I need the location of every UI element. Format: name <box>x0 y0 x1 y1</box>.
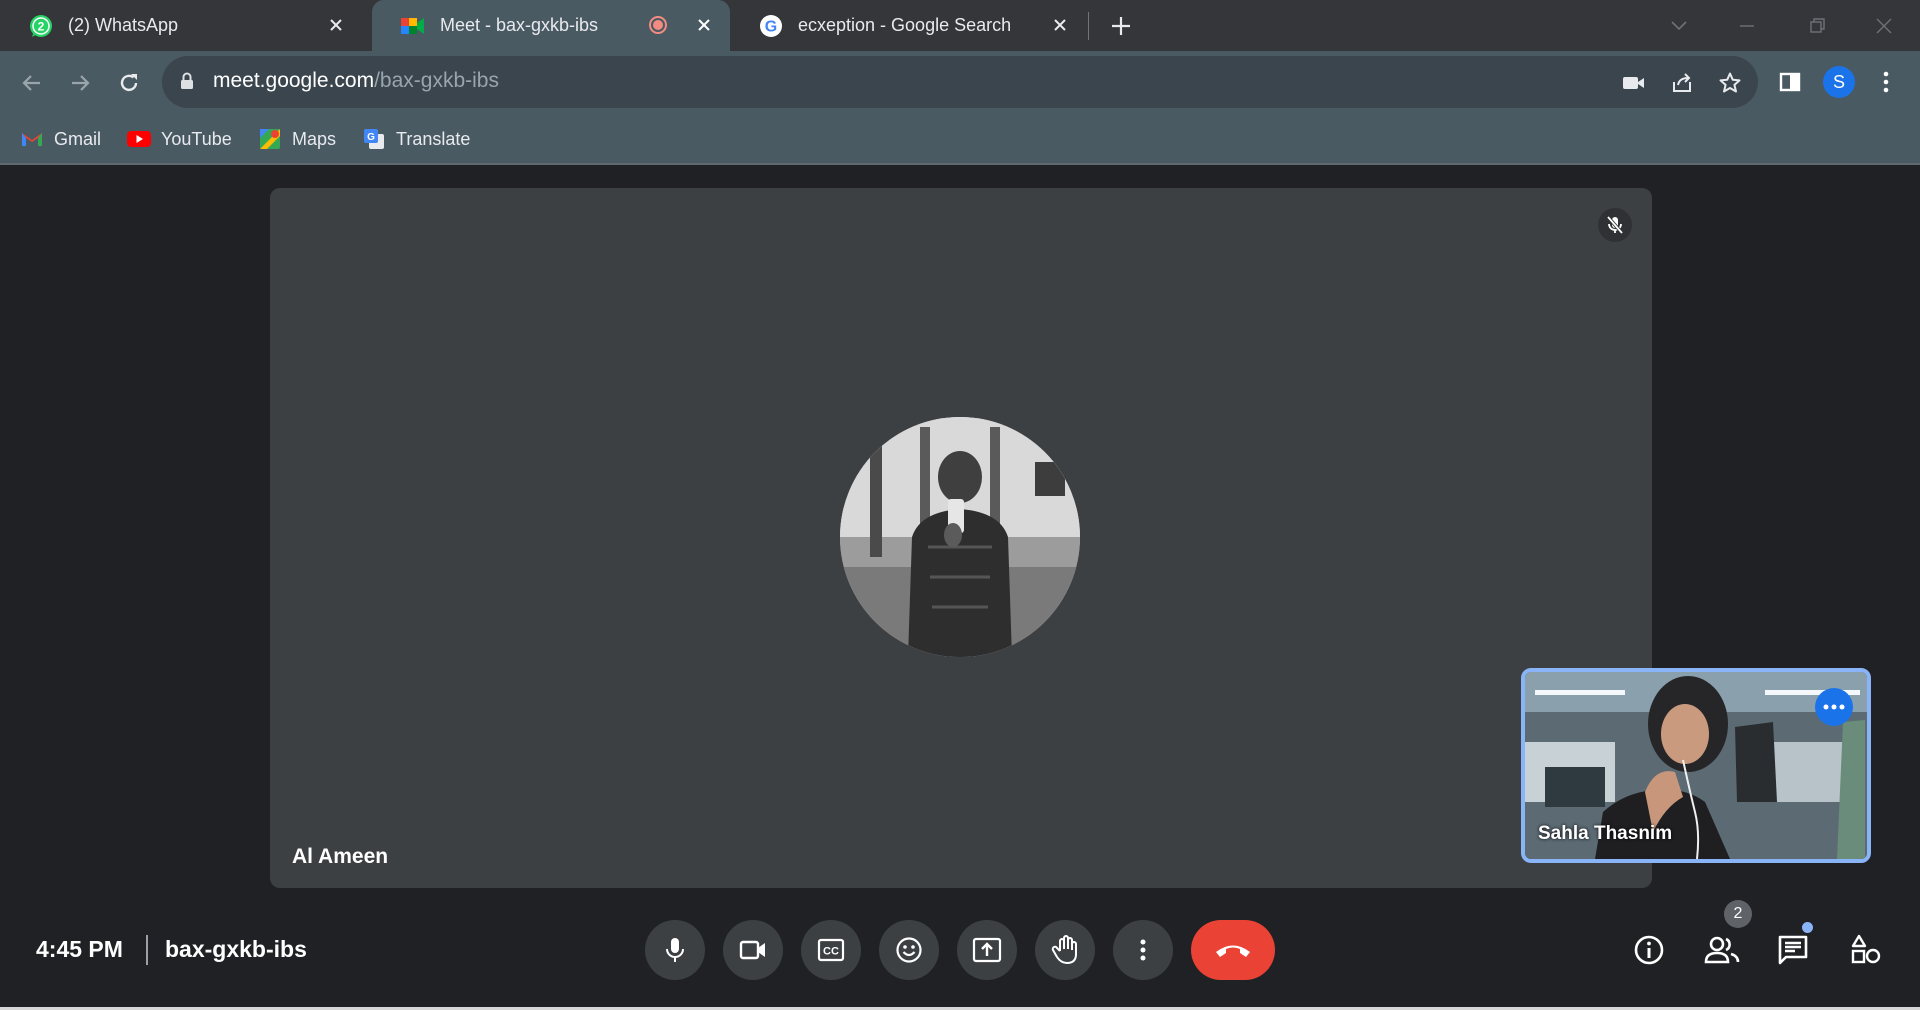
bookmark-youtube[interactable]: YouTube <box>127 125 232 153</box>
close-tab-icon[interactable] <box>1048 13 1072 37</box>
bookmark-label: YouTube <box>161 128 232 149</box>
people-count-badge: 2 <box>1724 900 1752 928</box>
bookmark-gmail[interactable]: Gmail <box>20 125 101 153</box>
youtube-icon <box>127 127 151 151</box>
bookmark-label: Translate <box>396 128 471 149</box>
tab-whatsapp[interactable]: 2 (2) WhatsApp <box>0 0 362 51</box>
tab-meet[interactable]: Meet - bax-gxkb-ibs <box>372 0 730 51</box>
participant-name: Al Ameen <box>292 845 389 868</box>
meeting-code: bax-gxkb-ibs <box>165 936 307 962</box>
translate-icon: G <box>362 127 386 151</box>
muted-mic-icon <box>1598 208 1632 242</box>
captions-button[interactable]: CC <box>801 920 861 980</box>
reactions-button[interactable] <box>879 920 939 980</box>
bookmark-translate[interactable]: G Translate <box>362 125 470 153</box>
tab-title: Meet - bax-gxkb-ibs <box>440 15 599 35</box>
recording-indicator-icon <box>648 15 668 35</box>
google-icon: G <box>758 13 784 39</box>
camera-in-use-icon[interactable] <box>1620 69 1648 97</box>
url-host: meet.google.com <box>213 69 375 92</box>
more-options-button[interactable] <box>1113 920 1173 980</box>
people-icon[interactable] <box>1700 928 1744 972</box>
reload-icon[interactable] <box>113 67 145 99</box>
tab-title: ecxeption - Google Search <box>798 15 1012 35</box>
tab-search-icon[interactable] <box>1663 10 1695 42</box>
participant-avatar <box>840 417 1080 657</box>
svg-text:G: G <box>367 132 375 143</box>
divider <box>146 935 148 965</box>
close-window-icon[interactable] <box>1868 10 1900 42</box>
raise-hand-button[interactable] <box>1035 920 1095 980</box>
tab-title: (2) WhatsApp <box>68 15 179 35</box>
more-options-icon[interactable] <box>1815 688 1853 726</box>
minimize-icon[interactable] <box>1731 10 1763 42</box>
back-arrow-icon[interactable] <box>16 67 48 99</box>
side-panel-icon[interactable] <box>1776 68 1804 96</box>
profile-avatar[interactable]: S <box>1823 66 1855 98</box>
end-call-button[interactable] <box>1191 920 1275 980</box>
bookmark-label: Gmail <box>54 128 102 149</box>
camera-button[interactable] <box>723 920 783 980</box>
close-tab-icon[interactable] <box>324 13 348 37</box>
whatsapp-unread-badge: 2 <box>38 19 45 33</box>
forward-arrow-icon[interactable] <box>64 67 96 99</box>
browser-menu-icon[interactable] <box>1872 68 1900 96</box>
url-path: /bax-gxkb-ibs <box>374 69 499 92</box>
chat-icon[interactable] <box>1771 928 1815 972</box>
share-icon[interactable] <box>1668 69 1696 97</box>
close-tab-icon[interactable] <box>692 13 716 37</box>
maps-icon <box>258 127 282 151</box>
new-tab-button[interactable] <box>1106 11 1136 41</box>
meeting-time: 4:45 PM <box>36 936 123 962</box>
google-meet-icon <box>400 13 426 39</box>
whatsapp-icon: 2 <box>28 13 54 39</box>
tab-separator <box>1088 12 1089 40</box>
svg-text:CC: CC <box>823 946 839 958</box>
restore-icon[interactable] <box>1801 10 1833 42</box>
tab-google-search[interactable]: G ecxeption - Google Search <box>730 0 1086 51</box>
bookmark-label: Maps <box>292 128 337 149</box>
bookmark-star-icon[interactable] <box>1716 69 1744 97</box>
svg-text:G: G <box>765 18 777 35</box>
self-participant-name: Sahla Thasnim <box>1538 823 1673 844</box>
url-text[interactable]: meet.google.com/bax-gxkb-ibs <box>213 69 499 93</box>
lock-icon[interactable] <box>180 72 198 92</box>
present-screen-button[interactable] <box>957 920 1017 980</box>
activities-icon[interactable] <box>1844 928 1888 972</box>
gmail-icon <box>20 127 44 151</box>
microphone-button[interactable] <box>645 920 705 980</box>
bookmarks-bar: Gmail YouTube Maps G Translate <box>0 115 1920 165</box>
meeting-details-icon[interactable] <box>1627 928 1671 972</box>
bookmark-maps[interactable]: Maps <box>258 125 336 153</box>
